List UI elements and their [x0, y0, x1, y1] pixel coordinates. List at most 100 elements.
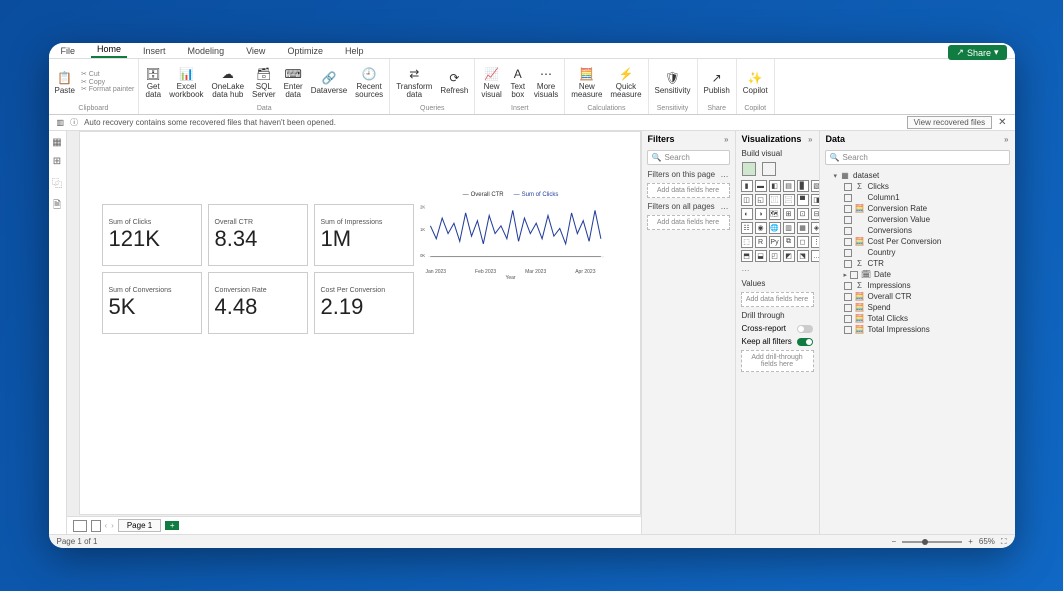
dataset-node[interactable]: ▾▦dataset [824, 170, 1011, 181]
viz-type-icon[interactable]: 🗺 [769, 208, 781, 220]
quick-measure-button[interactable]: ⚡Quickmeasure [608, 65, 643, 100]
copy-button[interactable]: ✂ Copy [81, 79, 134, 87]
kpi-card[interactable]: Overall CTR8.34 [208, 204, 308, 266]
mobile-layout-icon[interactable] [91, 520, 101, 532]
field-checkbox[interactable] [844, 183, 852, 191]
viz-type-icon[interactable]: ▊ [797, 180, 809, 192]
drill-through-dropzone[interactable]: Add drill-through fields here [741, 350, 814, 372]
copilot-button[interactable]: ✨Copilot [741, 69, 770, 96]
field-checkbox[interactable] [844, 282, 852, 290]
field-ctr[interactable]: ΣCTR [824, 258, 1011, 269]
tab-modeling[interactable]: Modeling [182, 44, 231, 58]
kpi-card[interactable]: Conversion Rate4.48 [208, 272, 308, 334]
prev-page-icon[interactable]: ‹ [105, 521, 108, 530]
new-visual-button[interactable]: 📈Newvisual [479, 65, 503, 100]
dataverse-button[interactable]: 🔗Dataverse [309, 69, 349, 96]
kpi-card[interactable]: Sum of Impressions1M [314, 204, 414, 266]
field-conversions[interactable]: Conversions [824, 225, 1011, 236]
field-checkbox[interactable] [844, 216, 852, 224]
collapse-data-icon[interactable]: » [1004, 135, 1008, 144]
publish-button[interactable]: ↗Publish [702, 69, 732, 96]
next-page-icon[interactable]: › [111, 521, 114, 530]
viz-type-icon[interactable]: ▮ [741, 180, 753, 192]
sensitivity-button[interactable]: 🛡Sensitivity [653, 69, 693, 96]
field-impressions[interactable]: ΣImpressions [824, 280, 1011, 291]
zoom-out-icon[interactable]: − [892, 537, 897, 546]
field-total-clicks[interactable]: 🧮Total Clicks [824, 313, 1011, 324]
viz-type-icon[interactable]: ⿲ [769, 194, 781, 206]
viz-type-icon[interactable]: R [755, 236, 767, 248]
dax-view-icon[interactable]: 🗎 [53, 198, 61, 215]
filters-page-dropzone[interactable]: Add data fields here [647, 183, 730, 198]
share-button[interactable]: ↗ Share ▾ [948, 45, 1006, 60]
viz-type-icon[interactable]: ⬒ [741, 250, 753, 262]
report-view-icon[interactable]: ▦ [52, 137, 61, 148]
keep-filters-toggle[interactable] [797, 338, 813, 346]
values-dropzone[interactable]: Add data fields here [741, 292, 814, 307]
sql-server-button[interactable]: 🗃SQLServer [250, 65, 278, 100]
field-clicks[interactable]: ΣClicks [824, 181, 1011, 192]
field-conversion-rate[interactable]: 🧮Conversion Rate [824, 203, 1011, 214]
field-checkbox[interactable] [844, 205, 852, 213]
field-overall-ctr[interactable]: 🧮Overall CTR [824, 291, 1011, 302]
tab-help[interactable]: Help [339, 44, 370, 58]
viz-type-icon[interactable]: ◩ [783, 250, 795, 262]
viz-type-icon[interactable]: ◻ [797, 236, 809, 248]
add-page-button[interactable]: + [165, 521, 179, 530]
viz-type-icon[interactable]: ◧ [769, 180, 781, 192]
kpi-card[interactable]: Sum of Clicks121K [102, 204, 202, 266]
field-column1[interactable]: Column1 [824, 192, 1011, 203]
page-tab[interactable]: Page 1 [118, 519, 161, 532]
viz-type-icon[interactable]: ▤ [783, 180, 795, 192]
data-search[interactable]: 🔍 Search [825, 150, 1010, 165]
viz-type-icon[interactable]: ⬚ [741, 236, 753, 248]
recent-sources-button[interactable]: 🕘Recentsources [353, 65, 385, 100]
new-measure-button[interactable]: 🧮Newmeasure [569, 65, 604, 100]
tab-home[interactable]: Home [91, 43, 127, 58]
field-spend[interactable]: 🧮Spend [824, 302, 1011, 313]
field-checkbox[interactable] [844, 238, 852, 246]
model-view-icon[interactable]: ⿻ [52, 175, 62, 190]
field-checkbox[interactable] [844, 227, 852, 235]
tab-optimize[interactable]: Optimize [281, 44, 329, 58]
kpi-card[interactable]: Cost Per Conversion2.19 [314, 272, 414, 334]
refresh-button[interactable]: ⟳Refresh [438, 69, 470, 96]
zoom-slider[interactable] [902, 541, 962, 543]
data-view-icon[interactable]: ⊞ [53, 156, 61, 167]
collapse-viz-icon[interactable]: » [808, 135, 812, 144]
viz-type-icon[interactable]: ◱ [755, 194, 767, 206]
field-total-impressions[interactable]: 🧮Total Impressions [824, 324, 1011, 335]
viz-type-icon[interactable]: ⬓ [755, 250, 767, 262]
format-painter-button[interactable]: ✂ Format painter [81, 86, 134, 94]
report-canvas[interactable]: Sum of Clicks121KOverall CTR8.34Sum of I… [79, 131, 641, 515]
viz-type-icon[interactable]: ◉ [755, 222, 767, 234]
onelake-data-hub-button[interactable]: ☁OneLakedata hub [210, 65, 246, 100]
field-checkbox[interactable] [844, 260, 852, 268]
tab-insert[interactable]: Insert [137, 44, 172, 58]
transform-data-button[interactable]: ⇄Transformdata [394, 65, 434, 100]
viz-type-icon[interactable]: ◐ [741, 208, 753, 220]
tab-view[interactable]: View [240, 44, 271, 58]
field-checkbox[interactable] [844, 194, 852, 202]
view-recovered-button[interactable]: View recovered files [907, 116, 992, 129]
excel-workbook-button[interactable]: 📊Excelworkbook [167, 65, 205, 100]
viz-type-icon[interactable]: Py [769, 236, 781, 248]
cut-button[interactable]: ✂ Cut [81, 71, 134, 79]
zoom-in-icon[interactable]: + [968, 537, 973, 546]
field-cost-per-conversion[interactable]: 🧮Cost Per Conversion [824, 236, 1011, 247]
viz-type-icon[interactable]: ▀ [797, 194, 809, 206]
field-checkbox[interactable] [844, 304, 852, 312]
get-data-button[interactable]: 🗄Getdata [143, 65, 163, 100]
viz-type-icon[interactable]: ⊡ [797, 208, 809, 220]
enter-data-button[interactable]: ⌨Enterdata [282, 65, 305, 100]
field-conversion-value[interactable]: Conversion Value [824, 214, 1011, 225]
paste-button[interactable]: 📋Paste [53, 69, 77, 96]
line-chart[interactable]: Overall CTR Sum of Clicks 2K 1K 0K Jan 2… [418, 192, 604, 280]
build-visual-format-icon[interactable] [762, 162, 776, 176]
viz-type-icon[interactable]: ▥ [783, 222, 795, 234]
viz-type-icon[interactable]: ☷ [741, 222, 753, 234]
viz-type-icon[interactable]: ▦ [797, 222, 809, 234]
viz-type-icon[interactable]: ⿳ [783, 194, 795, 206]
field-country[interactable]: Country [824, 247, 1011, 258]
build-visual-fields-icon[interactable] [742, 162, 756, 176]
